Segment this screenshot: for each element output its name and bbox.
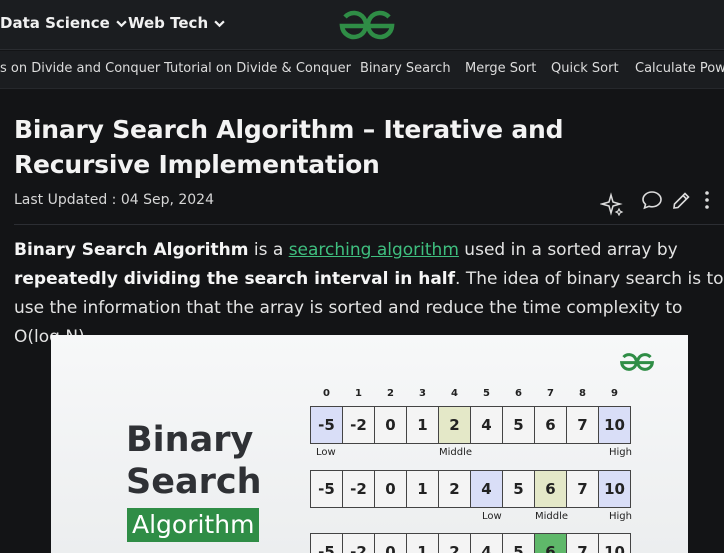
searching-algorithm-link[interactable]: searching algorithm — [289, 240, 459, 260]
array-cell: 4 — [470, 470, 503, 508]
array-cell: -2 — [342, 470, 375, 508]
subnav-item[interactable]: Quick Sort — [551, 61, 619, 76]
array-cell: 2 — [438, 406, 471, 444]
last-updated: Last Updated : 04 Sep, 2024 — [14, 192, 214, 208]
array-row: -5 -2 0 1 2 4 5 6 7 10 — [310, 533, 631, 553]
divider — [14, 224, 724, 225]
array-cell: 1 — [406, 533, 439, 553]
topic-navbar: s on Divide and Conquer Tutorial on Divi… — [0, 51, 724, 89]
figure-title-line: Search — [126, 462, 262, 502]
array-index: 6 — [515, 388, 522, 399]
array-cell: -5 — [310, 533, 343, 553]
subnav-item[interactable]: Tutorial on Divide & Conquer — [164, 61, 351, 76]
gfg-logo-icon[interactable] — [336, 9, 398, 41]
pointer-label-low: Low — [316, 447, 336, 458]
bold-phrase: repeatedly dividing the search interval … — [14, 269, 456, 289]
array-row: -5 -2 0 1 2 4 5 6 7 10 — [310, 406, 631, 444]
array-cell: 6 — [534, 533, 567, 553]
figure-badge: Algorithm — [127, 508, 260, 542]
array-index: 4 — [451, 388, 458, 399]
gfg-logo-icon — [620, 353, 654, 371]
menu-web-tech[interactable]: Web Tech — [128, 14, 225, 32]
pointer-label-middle: Middle — [439, 447, 473, 458]
pointer-label-low: Low — [482, 511, 502, 522]
array-row: -5 -2 0 1 2 4 5 6 7 10 — [310, 470, 631, 508]
comment-icon[interactable] — [640, 188, 664, 212]
array-cell: 10 — [598, 470, 631, 508]
array-cell: 0 — [374, 406, 407, 444]
array-cell: 5 — [502, 406, 535, 444]
bold-term: Binary Search Algorithm — [14, 240, 249, 260]
array-cell: 10 — [598, 533, 631, 553]
array-index: 9 — [611, 388, 618, 399]
more-icon[interactable] — [695, 188, 719, 212]
chevron-down-icon — [214, 20, 225, 27]
array-cell: 6 — [534, 406, 567, 444]
array-cell: -5 — [310, 470, 343, 508]
subnav-item[interactable]: s on Divide and Conquer — [0, 61, 160, 76]
array-index: 3 — [419, 388, 426, 399]
text: used in a sorted array by — [458, 240, 678, 260]
figure-title-line: Binary — [126, 420, 254, 460]
subnav-item[interactable]: Calculate Powe — [635, 61, 724, 76]
figure-title: Binary Search — [126, 419, 262, 503]
array-cell: -2 — [342, 406, 375, 444]
array-index: 0 — [323, 388, 330, 399]
chevron-down-icon — [116, 20, 127, 27]
array-cell: 4 — [470, 533, 503, 553]
page-title: Binary Search Algorithm – Iterative and … — [14, 115, 564, 179]
array-cell: 5 — [502, 470, 535, 508]
subnav-item[interactable]: Merge Sort — [465, 61, 536, 76]
pointer-label-high: High — [609, 447, 632, 458]
subnav-item[interactable]: Binary Search — [360, 61, 451, 76]
array-cell: 2 — [438, 533, 471, 553]
top-navbar: Data Science Web Tech — [0, 0, 724, 50]
array-index: 1 — [355, 388, 362, 399]
array-cell: 5 — [502, 533, 535, 553]
array-cell: -5 — [310, 406, 343, 444]
binary-search-illustration: Binary Search Algorithm 0123456789 -5 -2 0… — [51, 335, 688, 553]
menu-label: Web Tech — [128, 14, 209, 32]
array-cell: 10 — [598, 406, 631, 444]
array-cell: 7 — [566, 470, 599, 508]
array-cell: 0 — [374, 533, 407, 553]
menu-label: Data Science — [0, 14, 110, 32]
array-index: 8 — [579, 388, 586, 399]
pointer-label-middle: Middle — [535, 511, 569, 522]
text: is a — [248, 240, 289, 260]
edit-icon[interactable] — [670, 188, 694, 212]
sparkle-icon[interactable] — [600, 192, 624, 216]
array-index: 5 — [483, 388, 490, 399]
array-cell: 4 — [470, 406, 503, 444]
array-cell: 2 — [438, 470, 471, 508]
array-cell: 7 — [566, 533, 599, 553]
array-cell: 1 — [406, 470, 439, 508]
pointer-label-high: High — [609, 511, 632, 522]
array-cell: 7 — [566, 406, 599, 444]
array-index: 7 — [547, 388, 554, 399]
array-cell: 6 — [534, 470, 567, 508]
menu-data-science[interactable]: Data Science — [0, 14, 127, 32]
array-index: 2 — [387, 388, 394, 399]
array-cell: -2 — [342, 533, 375, 553]
array-cell: 1 — [406, 406, 439, 444]
array-cell: 0 — [374, 470, 407, 508]
